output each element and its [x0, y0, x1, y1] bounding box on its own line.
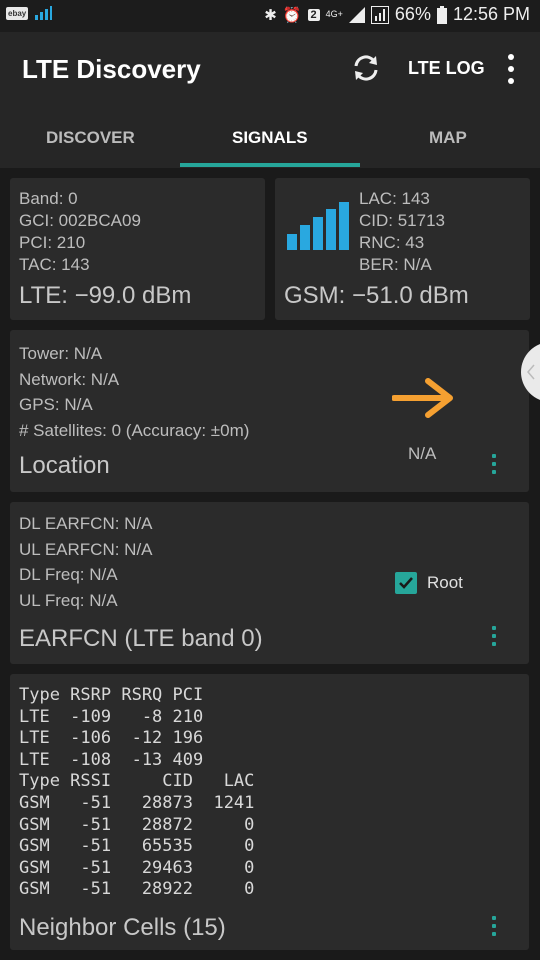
- clock-time: 12:56 PM: [452, 4, 530, 24]
- lac-label: LAC: 143: [359, 189, 430, 208]
- lte-log-button[interactable]: LTE LOG: [408, 58, 485, 79]
- cid-label: CID: 51713: [359, 211, 445, 230]
- signal-bars-small-icon: [35, 6, 53, 20]
- network-type-label: 4G+: [325, 9, 343, 19]
- neighbor-row: Type RSRP RSRQ PCI: [19, 685, 204, 705]
- network-label: Network: N/A: [19, 369, 120, 389]
- satellites-label: # Satellites: 0 (Accuracy: ±0m): [19, 420, 250, 440]
- tab-map[interactable]: MAP: [429, 128, 467, 148]
- signal-strength-bars-icon: [287, 202, 349, 250]
- neighbor-row: LTE -109 -8 210: [19, 706, 204, 727]
- lte-signal-value: LTE: −99.0 dBm: [19, 282, 192, 309]
- gps-label: GPS: N/A: [19, 395, 93, 414]
- ebay-notification-icon: ebay: [6, 6, 29, 20]
- neighbor-row: LTE -106 -12 196: [19, 728, 204, 749]
- rnc-label: RNC: 43: [359, 233, 425, 252]
- dl-freq-label: DL Freq: N/A: [19, 565, 118, 584]
- gsm-signal-value: GSM: −51.0 dBm: [284, 282, 469, 309]
- neighbor-menu-icon[interactable]: [491, 916, 497, 936]
- overflow-menu-icon[interactable]: [500, 54, 522, 84]
- ul-earfcn-label: UL EARFCN: N/A: [19, 539, 153, 559]
- location-card[interactable]: Tower: N/A Network: N/A GPS: N/A # Satel…: [10, 330, 529, 492]
- status-bar: ebay ✱ ⏰ 2 4G+ 66% 12:56 PM: [0, 0, 540, 32]
- battery-icon: [436, 5, 447, 24]
- neighbor-row: LTE -108 -13 409: [19, 749, 204, 770]
- tab-discover[interactable]: DISCOVER: [46, 128, 135, 148]
- tab-indicator: [180, 163, 360, 167]
- signal-box-icon: [370, 5, 389, 24]
- root-toggle[interactable]: Root: [395, 572, 463, 594]
- pci-label: PCI: 210: [19, 233, 86, 252]
- location-menu-icon[interactable]: [491, 454, 497, 474]
- location-title: Location: [19, 452, 110, 479]
- root-label: Root: [427, 573, 463, 592]
- neighbor-cells-card[interactable]: Type RSRP RSRQ PCI LTE -109 -8 210 LTE -…: [10, 674, 529, 950]
- dl-earfcn-label: DL EARFCN: N/A: [19, 514, 153, 533]
- neighbor-row: GSM -51 28922 0: [19, 879, 255, 900]
- app-title: LTE Discovery: [22, 54, 201, 84]
- ber-label: BER: N/A: [359, 255, 432, 274]
- tac-label: TAC: 143: [19, 255, 90, 274]
- earfcn-card[interactable]: DL EARFCN: N/A UL EARFCN: N/A DL Freq: N…: [10, 502, 529, 664]
- ul-freq-label: UL Freq: N/A: [19, 590, 118, 610]
- tab-signals[interactable]: SIGNALS: [232, 128, 308, 148]
- neighbor-row: GSM -51 28873 1241: [19, 792, 255, 813]
- lte-signal-card[interactable]: Band: 0 GCI: 002BCA09 PCI: 210 TAC: 143 …: [10, 178, 265, 320]
- neighbor-row: GSM -51 28872 0: [19, 814, 255, 835]
- neighbor-cells-title: Neighbor Cells (15): [19, 914, 226, 941]
- notification-count-badge: 2: [307, 8, 320, 21]
- app-bar: LTE Discovery LTE LOG: [0, 32, 540, 108]
- neighbor-row: GSM -51 29463 0: [19, 857, 255, 878]
- alarm-icon: ⏰: [282, 6, 302, 24]
- earfcn-menu-icon[interactable]: [491, 626, 497, 646]
- neighbor-table: Type RSRP RSRQ PCI LTE -109 -8 210 LTE -…: [19, 685, 254, 901]
- battery-percent: 66%: [394, 4, 431, 24]
- bluetooth-icon: ✱: [264, 6, 277, 24]
- tab-bar: DISCOVER SIGNALS MAP: [0, 108, 540, 168]
- neighbor-row: Type RSSI CID LAC: [19, 771, 255, 792]
- direction-value: N/A: [408, 444, 437, 463]
- chevron-left-icon: [527, 364, 535, 380]
- refresh-icon[interactable]: [350, 52, 382, 84]
- checkmark-icon: [399, 577, 413, 589]
- root-checkbox[interactable]: [395, 572, 417, 594]
- tower-label: Tower: N/A: [19, 344, 103, 363]
- cell-signal-icon: [348, 6, 365, 23]
- gci-label: GCI: 002BCA09: [19, 211, 141, 230]
- neighbor-row: GSM -51 65535 0: [19, 836, 255, 857]
- earfcn-title: EARFCN (LTE band 0): [19, 625, 263, 652]
- gsm-signal-card[interactable]: LAC: 143 CID: 51713 RNC: 43 BER: N/A GSM…: [275, 178, 530, 320]
- band-label: Band: 0: [19, 189, 78, 208]
- direction-arrow-icon: [392, 378, 453, 418]
